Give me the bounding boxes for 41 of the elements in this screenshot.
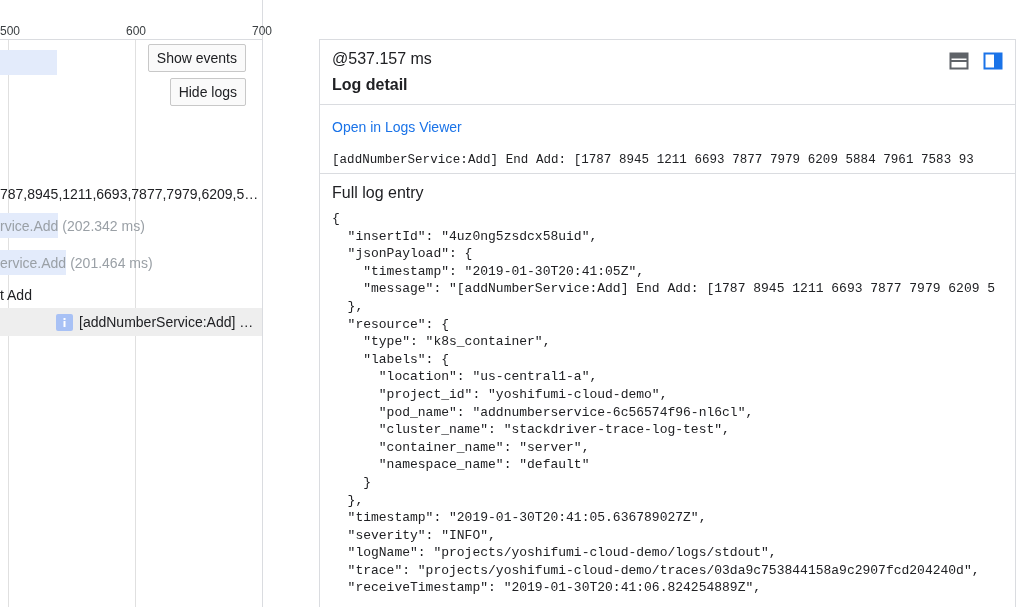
code-line: }, <box>346 297 365 316</box>
show-events-button[interactable]: Show events <box>147 44 246 72</box>
code-line: "pod_name": "addnumberservice-6c56574f96-nl6cl", <box>377 403 755 422</box>
code-line: "namespace_name": "default" <box>377 456 591 474</box>
log-message: [addNumberService:Add] End Add: [1787 8945 1211 6693 7877 7979 6209 5884 7961 7583 93 <box>332 153 975 167</box>
code-line: "location": "us-central1-a", <box>377 368 599 386</box>
code-line: "labels": { <box>362 350 451 369</box>
code-line: "timestamp": "2019-01-30T20:41:05Z", <box>362 262 646 281</box>
section-title: Full log entry <box>332 184 425 202</box>
span-label: t Add <box>0 286 32 303</box>
log-message: [addNumberService:Add] … <box>79 314 254 330</box>
code-line: "container_name": "server", <box>377 438 591 457</box>
panel-title: Log detail <box>332 76 409 94</box>
code-line: "logName": "projects/yoshifumi-cloud-demo/logs/stdout", <box>346 544 778 562</box>
stacked-layout-icon[interactable] <box>949 52 969 70</box>
code-line: "cluster_name": "stackdriver-trace-log-test", <box>377 421 731 439</box>
axis-label: 700 <box>252 24 273 38</box>
code-line: "severity": "INFO", <box>346 526 497 545</box>
code-line: } <box>362 473 372 492</box>
code-line: "jsonPayload": { <box>346 245 474 263</box>
axis-label: 500 <box>0 24 21 38</box>
code-line: { <box>332 210 341 228</box>
info-icon <box>56 313 73 331</box>
side-panel-layout-icon[interactable] <box>983 52 1003 70</box>
span-duration: (202.342 ms) <box>62 217 145 234</box>
code-line: }, <box>346 491 365 510</box>
code-line: "project_id": "yoshifumi-cloud-demo", <box>377 385 669 404</box>
span-label: 787,8945,1211,6693,7877,7979,6209,5… <box>0 185 259 202</box>
axis-label: 600 <box>126 24 147 38</box>
log-timestamp: @537.157 ms <box>332 50 432 68</box>
code-line: "trace": "projects/yoshifumi-cloud-demo/traces/03da9c753844158a9c2907fcd204240d", <box>346 561 981 580</box>
span-duration: (201.464 ms) <box>70 254 153 271</box>
code-line: "message": "[addNumberService:Add] End Add: [1787 8945 1211 6693 7877 7979 6209 5 <box>362 280 997 298</box>
code-line: "resource": { <box>346 315 451 334</box>
log-row[interactable]: [addNumberService:Add] … <box>0 308 262 336</box>
code-line: "insertId": "4uz0ng5zsdcx58uid", <box>346 227 599 246</box>
code-line: "timestamp": "2019-01-30T20:41:05.636789027Z", <box>346 509 708 527</box>
code-line: "type": "k8s_container", <box>362 333 552 351</box>
open-logs-viewer-link[interactable]: Open in Logs Viewer <box>332 119 462 135</box>
hide-logs-button[interactable]: Hide logs <box>169 78 246 106</box>
code-line: "receiveTimestamp": "2019-01-30T20:41:06.824254889Z", <box>346 579 763 598</box>
